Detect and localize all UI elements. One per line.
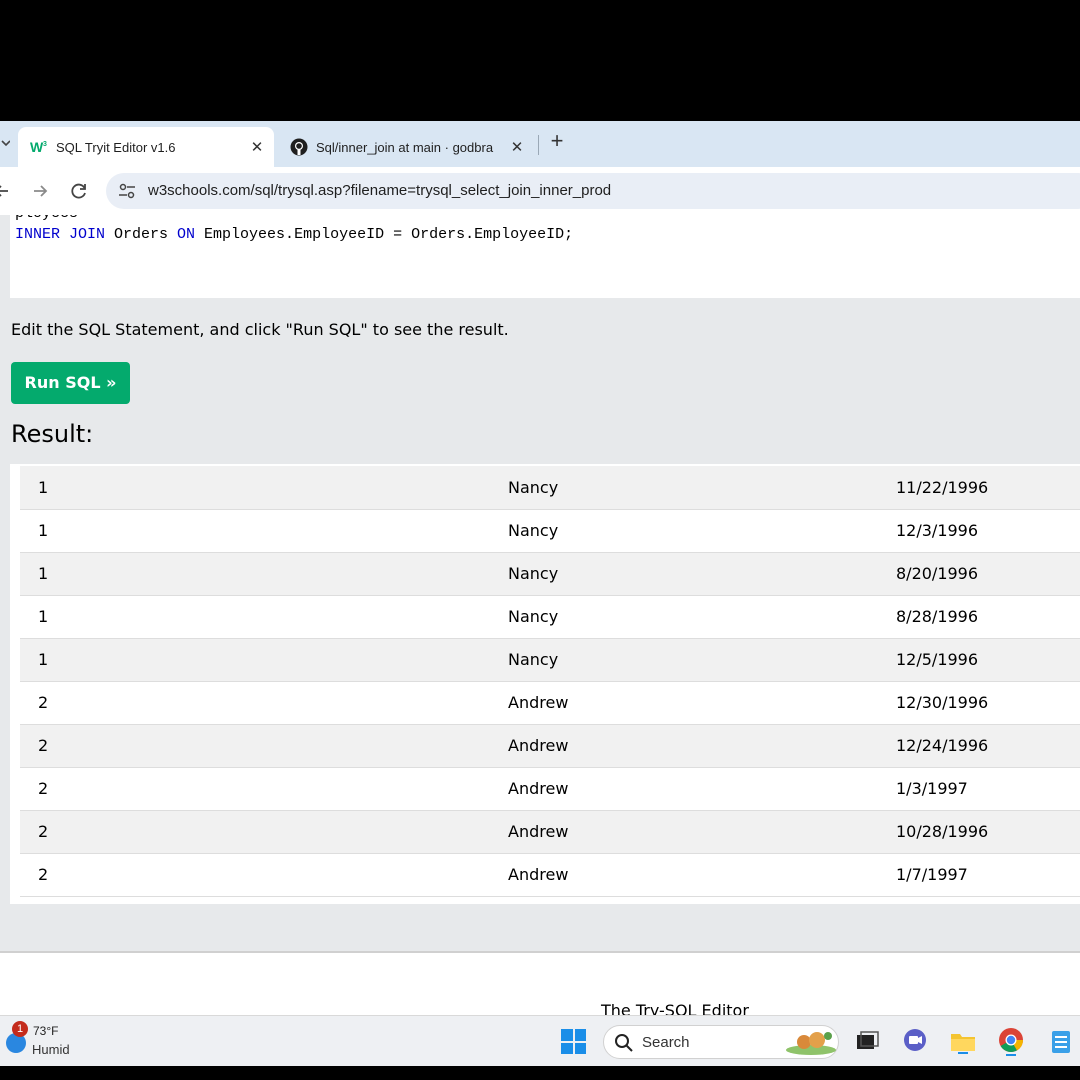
first-name-cell: Nancy [508, 509, 896, 553]
search-placeholder: Search [642, 1034, 690, 1051]
first-name-cell: Andrew [508, 681, 896, 725]
weather-temp[interactable]: 73°F [33, 1024, 58, 1038]
browser-tab-strip: W3 SQL Tryit Editor v1.6 ✕ Sql/inner_joi… [0, 121, 1080, 167]
employee-id-cell: 2 [20, 767, 508, 811]
address-bar[interactable]: w3schools.com/sql/trysql.asp?filename=tr… [106, 173, 1080, 209]
first-name-cell: Nancy [508, 638, 896, 682]
table-row: 1 Nancy 8/28/1996 [20, 595, 1080, 639]
weather-condition[interactable]: Humid [32, 1042, 70, 1057]
order-date-cell: 1/3/1997 [896, 767, 1080, 811]
order-date-cell: 8/20/1996 [896, 552, 1080, 596]
search-icon [614, 1033, 634, 1053]
run-sql-button[interactable]: Run SQL » [11, 362, 130, 404]
order-date-cell: 12/30/1996 [896, 681, 1080, 725]
employee-id-cell: 1 [20, 638, 508, 682]
tab-github-inner-join[interactable]: Sql/inner_join at main · godbra ✕ [284, 127, 534, 167]
browser-toolbar: w3schools.com/sql/trysql.asp?filename=tr… [0, 167, 1080, 215]
w3schools-icon: W3 [30, 138, 48, 156]
file-explorer-icon[interactable] [948, 1026, 978, 1056]
employee-id-cell: 2 [20, 681, 508, 725]
table-row: 2 Andrew 1/7/1997 [20, 853, 1080, 897]
forward-arrow-icon[interactable] [26, 177, 54, 205]
back-arrow-icon[interactable] [0, 177, 16, 205]
sql-keyword: ON [177, 226, 196, 243]
first-name-cell: Andrew [508, 767, 896, 811]
screen-bottom-border [0, 1066, 1080, 1080]
tab-sql-tryit-editor[interactable]: W3 SQL Tryit Editor v1.6 ✕ [18, 127, 274, 167]
page-content: ployees INNER JOIN Orders ON Employees.E… [0, 215, 1080, 1015]
code-line-cut: ployees [15, 215, 78, 222]
windows-start-icon[interactable] [561, 1029, 586, 1054]
table-row: 1 Nancy 8/20/1996 [20, 552, 1080, 596]
svg-text:W: W [30, 139, 44, 155]
tab-close-icon[interactable]: ✕ [246, 138, 268, 156]
table-row: 2 Andrew 10/28/1996 [20, 810, 1080, 854]
windows-taskbar: 1 73°F Humid Search [0, 1015, 1080, 1066]
first-name-cell: Nancy [508, 552, 896, 596]
sql-text: Orders [105, 226, 178, 243]
first-name-cell: Andrew [508, 810, 896, 854]
order-date-cell: 10/28/1996 [896, 810, 1080, 854]
table-row: 1 Nancy 11/22/1996 [20, 466, 1080, 510]
search-highlight-icon [784, 1028, 838, 1056]
footer: The Try-SQL Editor [0, 953, 1080, 1015]
order-date-cell: 8/28/1996 [896, 595, 1080, 639]
result-table: 1 Nancy 11/22/1996 1 Nancy 12/3/1996 1 Nancy 8/2… [20, 466, 1080, 897]
employee-id-cell: 1 [20, 552, 508, 596]
code-line: INNER JOIN Orders ON Employees.EmployeeI… [15, 226, 573, 243]
table-row: 1 Nancy 12/5/1996 [20, 638, 1080, 682]
employee-id-cell: 2 [20, 724, 508, 768]
svg-text:3: 3 [43, 141, 47, 148]
order-date-cell: 11/22/1996 [896, 466, 1080, 510]
first-name-cell: Andrew [508, 724, 896, 768]
employee-id-cell: 1 [20, 466, 508, 510]
employee-id-cell: 1 [20, 509, 508, 553]
tab-list-chevron-icon[interactable] [0, 133, 11, 153]
tab-separator [538, 135, 539, 155]
tab-title: SQL Tryit Editor v1.6 [56, 139, 176, 155]
reload-icon[interactable] [65, 177, 93, 205]
first-name-cell: Nancy [508, 466, 896, 510]
result-heading: Result: [11, 420, 94, 448]
order-date-cell: 1/7/1997 [896, 853, 1080, 897]
first-name-cell: Andrew [508, 853, 896, 897]
table-row: 2 Andrew 1/3/1997 [20, 767, 1080, 811]
order-date-cell: 12/3/1996 [896, 509, 1080, 553]
table-row: 2 Andrew 12/24/1996 [20, 724, 1080, 768]
tab-close-icon[interactable]: ✕ [506, 138, 528, 156]
chrome-icon[interactable] [996, 1026, 1026, 1056]
new-tab-button[interactable]: + [546, 128, 568, 156]
chat-icon[interactable] [900, 1026, 930, 1056]
task-view-icon[interactable] [852, 1026, 882, 1056]
result-panel: 1 Nancy 11/22/1996 1 Nancy 12/3/1996 1 Nancy 8/2… [10, 464, 1080, 904]
tab-title: Sql/inner_join at main · godbra [316, 139, 494, 155]
sql-keyword: INNER JOIN [15, 226, 106, 243]
employee-id-cell: 2 [20, 853, 508, 897]
url-text: w3schools.com/sql/trysql.asp?filename=tr… [148, 182, 612, 199]
sql-editor[interactable]: ployees INNER JOIN Orders ON Employees.E… [10, 215, 1080, 298]
order-date-cell: 12/24/1996 [896, 724, 1080, 768]
github-icon [290, 138, 308, 156]
footer-title: The Try-SQL Editor [601, 1001, 749, 1015]
instruction-text: Edit the SQL Statement, and click "Run S… [11, 320, 509, 339]
order-date-cell: 12/5/1996 [896, 638, 1080, 682]
table-row: 1 Nancy 12/3/1996 [20, 509, 1080, 553]
employee-id-cell: 1 [20, 595, 508, 639]
sql-text: Employees.EmployeeID = Orders.EmployeeID… [195, 226, 574, 243]
notification-badge: 1 [12, 1021, 28, 1037]
table-row: 2 Andrew 12/30/1996 [20, 681, 1080, 725]
notepad-icon[interactable] [1046, 1026, 1076, 1056]
first-name-cell: Nancy [508, 595, 896, 639]
site-settings-icon[interactable] [116, 180, 138, 202]
screen-top-border [0, 0, 1080, 121]
taskbar-search[interactable]: Search [603, 1025, 839, 1059]
employee-id-cell: 2 [20, 810, 508, 854]
